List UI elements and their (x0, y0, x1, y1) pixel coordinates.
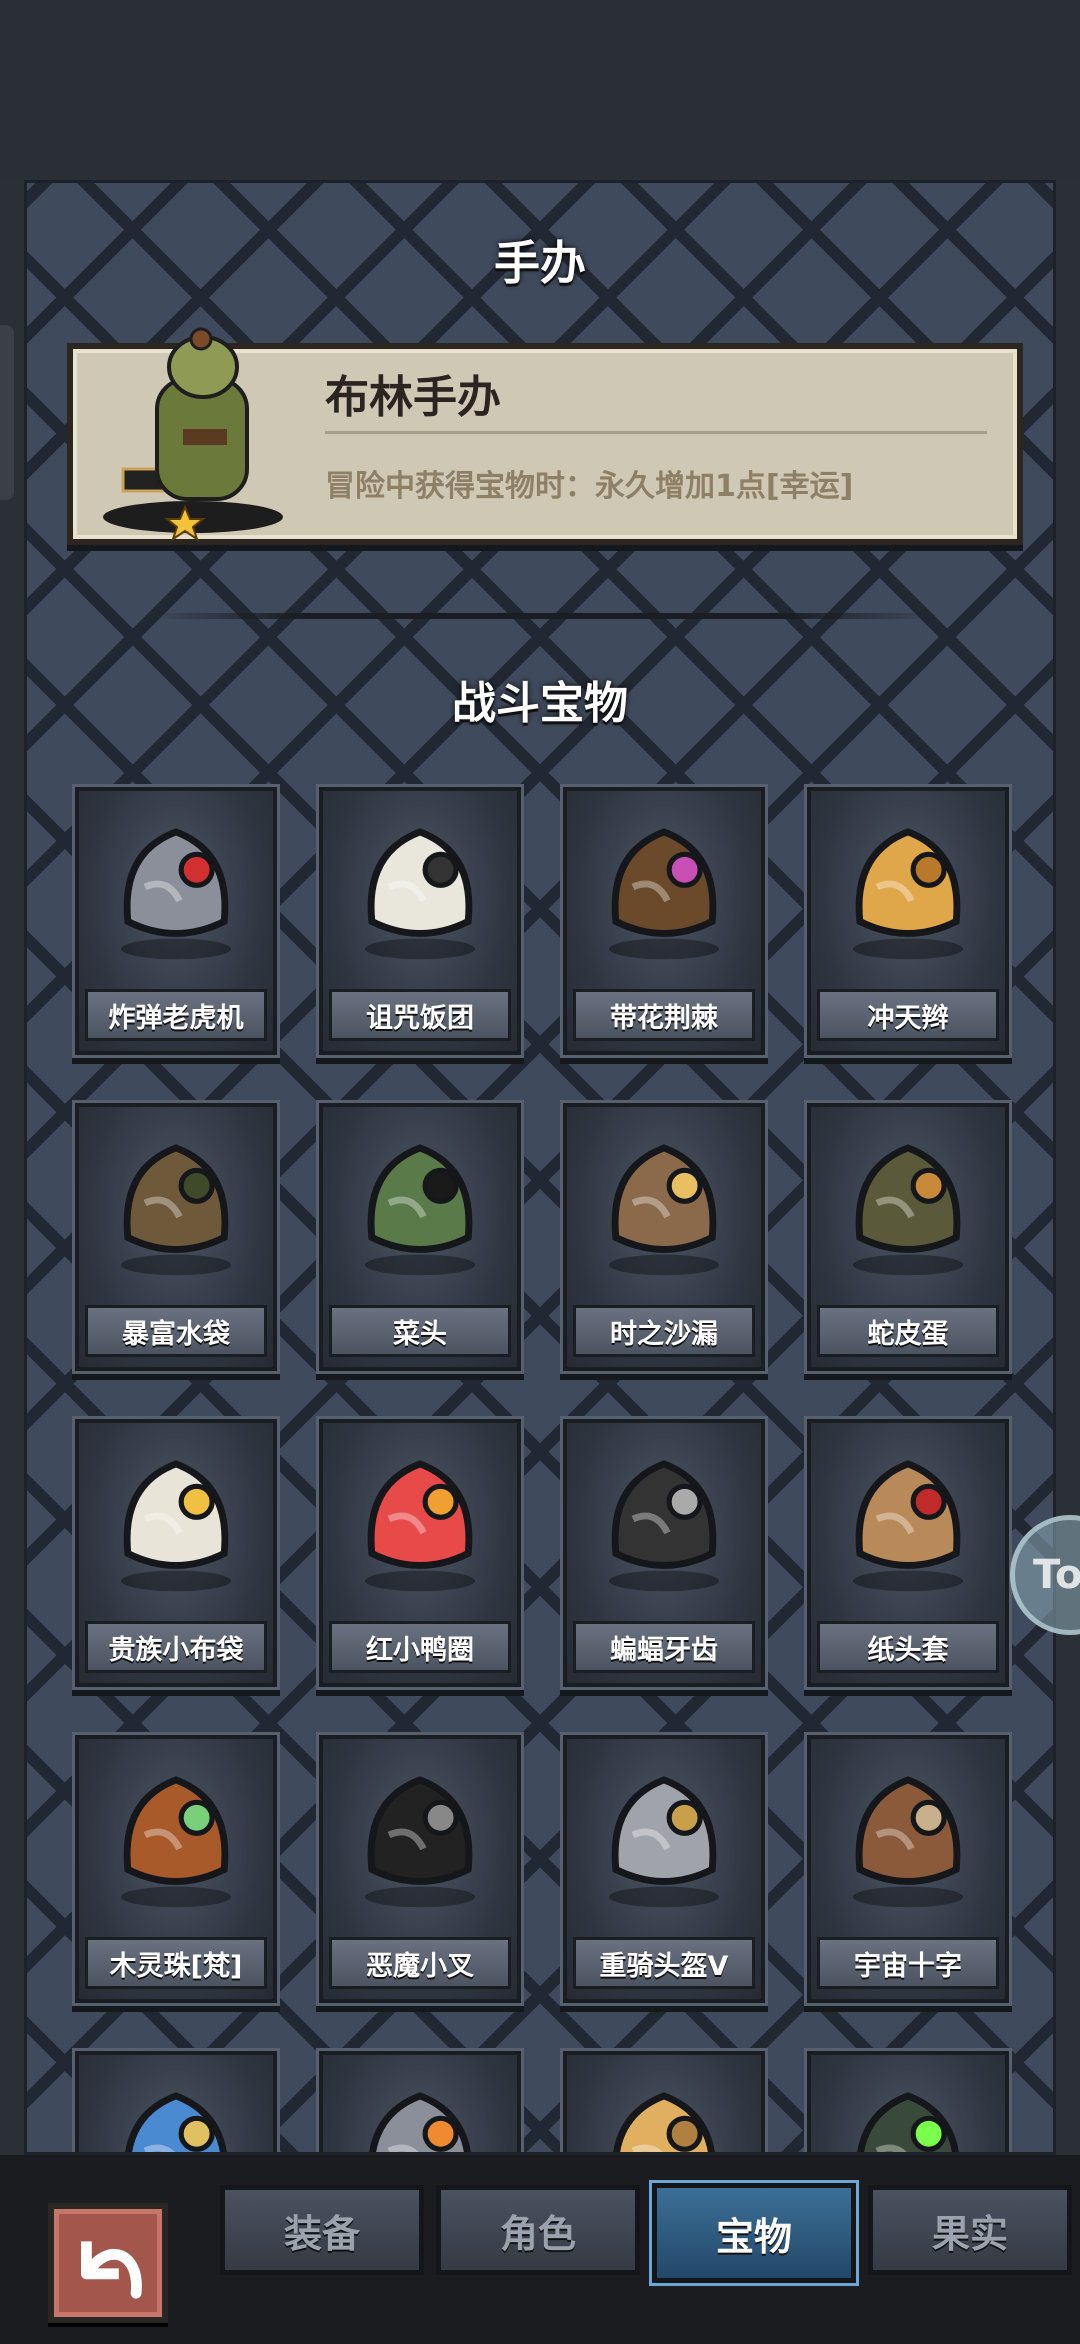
treasure-label: 诅咒饭团 (329, 989, 511, 1041)
hourglass-icon (608, 1144, 720, 1276)
tab-fruit[interactable]: 果实 (868, 2185, 1072, 2275)
back-button[interactable] (48, 2203, 168, 2323)
treasure-slot[interactable]: 宇宙十字 (807, 1735, 1009, 2003)
treasure-label: 蝙蝠牙齿 (573, 1621, 755, 1673)
treasure-label: 暴富水袋 (85, 1305, 267, 1357)
treasure-slot[interactable] (807, 2051, 1009, 2152)
mech-core-icon (369, 2092, 471, 2152)
snake-egg-icon (852, 1144, 964, 1276)
treasure-slot[interactable]: 红小鸭圈 (319, 1419, 521, 1687)
treasure-slot[interactable]: 蝙蝠牙齿 (563, 1419, 765, 1687)
water-flask-icon (120, 1144, 232, 1276)
duck-ring-icon (364, 1460, 476, 1592)
treasure-slot[interactable]: 纸头套 (807, 1419, 1009, 1687)
treasure-slot[interactable]: 炸弹老虎机 (75, 787, 277, 1055)
treasure-slot[interactable]: 菜头 (319, 1103, 521, 1371)
blue-feather-icon (125, 2092, 227, 2152)
figure-divider (325, 431, 987, 434)
treasure-label: 红小鸭圈 (329, 1621, 511, 1673)
knight-helmet-icon (608, 1776, 720, 1908)
treasure-slot[interactable]: 恶魔小叉 (319, 1735, 521, 2003)
bat-teeth-icon (608, 1460, 720, 1592)
treasure-label: 蛇皮蛋 (817, 1305, 999, 1357)
treasure-slot[interactable] (563, 2051, 765, 2152)
treasure-slot[interactable]: 重骑头盔V (563, 1735, 765, 2003)
treasure-label: 带花荆棘 (573, 989, 755, 1041)
wood-orb-icon (120, 1776, 232, 1908)
treasure-label: 贵族小布袋 (85, 1621, 267, 1673)
treasure-panel: 手办 布林手办 冒险中获得宝物时：永久增加1点[幸运] 战斗宝物 炸弹老虎机 诅咒… (24, 180, 1056, 2155)
treasure-slot[interactable]: 蛇皮蛋 (807, 1103, 1009, 1371)
treasure-slot[interactable]: 暴富水袋 (75, 1103, 277, 1371)
treasure-slot[interactable]: 木灵珠[梵] (75, 1735, 277, 2003)
trident-icon (364, 1776, 476, 1908)
cloth-bag-icon (120, 1460, 232, 1592)
treasure-slot[interactable]: 冲天辫 (807, 787, 1009, 1055)
treasure-label: 纸头套 (817, 1621, 999, 1673)
tab-equipment[interactable]: 装备 (220, 2185, 424, 2275)
page-title: 手办 (494, 236, 586, 290)
bottom-nav: 装备 角色 宝物 果实 (0, 2155, 1080, 2344)
treasure-slot[interactable]: 贵族小布袋 (75, 1419, 277, 1687)
treasure-label: 木灵珠[梵] (85, 1937, 267, 1989)
tab-character[interactable]: 角色 (436, 2185, 640, 2275)
treasure-label: 恶魔小叉 (329, 1937, 511, 1989)
treasure-slot[interactable]: 带花荆棘 (563, 787, 765, 1055)
rice-ball-icon (364, 828, 476, 960)
back-arrow-icon (81, 2241, 142, 2299)
section-divider (147, 613, 939, 619)
treasure-label: 炸弹老虎机 (85, 989, 267, 1041)
figure-name: 布林手办 (325, 372, 501, 423)
paper-bag-mask-icon (852, 1460, 964, 1592)
treasure-slot[interactable]: 诅咒饭团 (319, 787, 521, 1055)
section-title: 战斗宝物 (452, 678, 628, 729)
tab-treasure[interactable]: 宝物 (652, 2183, 856, 2283)
treasure-label: 时之沙漏 (573, 1305, 755, 1357)
slot-machine-icon (120, 828, 232, 960)
goblin-figure-icon (103, 327, 283, 542)
ponytail-icon (852, 828, 964, 960)
spiky-head-icon (364, 1144, 476, 1276)
figure-card[interactable]: 布林手办 冒险中获得宝物时：永久增加1点[幸运] (67, 327, 1023, 545)
treasure-label: 冲天辫 (817, 989, 999, 1041)
treasure-label: 重骑头盔V (573, 1937, 755, 1989)
treasure-slot[interactable] (75, 2051, 277, 2152)
figure-description: 冒险中获得宝物时：永久增加1点[幸运] (325, 469, 854, 504)
thorn-flower-icon (608, 828, 720, 960)
scroll-icon (613, 2092, 715, 2152)
status-bar-area (0, 0, 1080, 180)
edge-handle[interactable] (0, 325, 14, 500)
treasure-slot[interactable]: 时之沙漏 (563, 1103, 765, 1371)
wooden-cross-icon (852, 1776, 964, 1908)
treasure-label: 宇宙十字 (817, 1937, 999, 1989)
treasure-slot[interactable] (319, 2051, 521, 2152)
treasure-label: 菜头 (329, 1305, 511, 1357)
green-stone-icon (857, 2092, 959, 2152)
